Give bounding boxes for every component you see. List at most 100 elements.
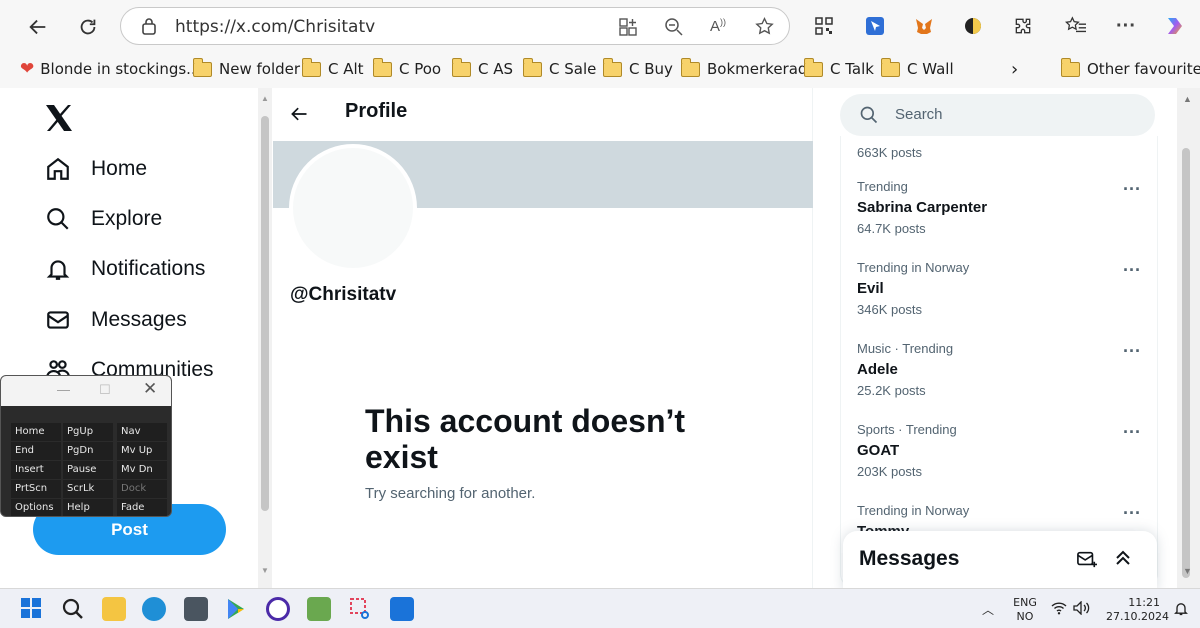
windows-start-icon[interactable] (20, 597, 44, 621)
metamask-fox-icon[interactable] (911, 13, 937, 39)
refresh-icon[interactable] (71, 10, 105, 44)
app-icon[interactable] (307, 597, 331, 621)
search-input[interactable]: Search (840, 94, 1155, 136)
chevron-right-icon[interactable]: › (1011, 58, 1018, 80)
folder-icon (523, 57, 542, 77)
osk-key[interactable]: Options (11, 499, 61, 516)
page-scrollbar[interactable]: ▲ ▼ (1177, 88, 1200, 588)
chevron-up-icon[interactable]: ︿ (982, 601, 994, 618)
folder-icon (681, 57, 700, 77)
more-dots-icon[interactable]: ··· (1123, 260, 1141, 281)
bookmark-folder[interactable]: C Talk (804, 57, 874, 80)
trend-item[interactable]: Trending Sabrina Carpenter 64.7K posts ·… (857, 179, 1147, 236)
minimize-icon[interactable]: — (57, 382, 70, 397)
app-grid-icon[interactable] (618, 17, 638, 42)
bookmarks-bar: ❤ Blonde in stockings... New folder C Al… (0, 54, 1200, 84)
file-explorer-icon[interactable] (102, 597, 126, 621)
bookmark-folder[interactable]: C Wall (881, 57, 954, 80)
osk-key[interactable]: PrtScn (11, 480, 61, 498)
cursor-extension-icon[interactable] (862, 13, 888, 39)
nav-notifications[interactable]: Notifications (44, 249, 205, 289)
osk-key[interactable]: Home (11, 423, 61, 441)
more-menu-icon[interactable]: ··· (1113, 13, 1139, 39)
edge-browser-icon[interactable] (142, 597, 166, 621)
more-dots-icon[interactable]: ··· (1123, 341, 1141, 362)
bookmark-item[interactable]: ❤ Blonde in stockings... (20, 58, 200, 80)
snipping-tool-icon[interactable] (349, 597, 373, 621)
search-placeholder: Search (895, 106, 943, 123)
osk-key[interactable]: End (11, 442, 61, 460)
copilot-icon[interactable] (1162, 13, 1188, 39)
dark-mode-icon[interactable] (960, 13, 986, 39)
osk-key[interactable]: PgDn (63, 442, 113, 460)
qr-code-icon[interactable] (811, 13, 837, 39)
osk-key[interactable]: ScrLk (63, 480, 113, 498)
osk-key[interactable]: Fade (117, 499, 167, 516)
scroll-up-icon[interactable]: ▲ (261, 94, 269, 103)
search-icon (859, 105, 879, 130)
language-indicator[interactable]: ENG NO (1012, 596, 1038, 624)
nav-home[interactable]: Home (44, 149, 147, 189)
back-arrow-icon[interactable] (289, 104, 309, 129)
search-icon (44, 205, 72, 233)
read-aloud-icon[interactable]: A)) (710, 17, 726, 35)
bookmark-folder[interactable]: C Buy (603, 57, 673, 80)
other-favourites-folder[interactable]: Other favourites (1061, 57, 1200, 80)
wifi-icon[interactable] (1051, 601, 1067, 620)
messages-drawer[interactable]: Messages (843, 531, 1157, 588)
search-icon[interactable] (61, 597, 85, 621)
trends-panel: 663K posts Trending Sabrina Carpenter 64… (840, 136, 1158, 588)
new-message-icon[interactable] (1076, 549, 1098, 574)
more-dots-icon[interactable]: ··· (1123, 503, 1141, 524)
play-store-icon[interactable] (224, 597, 248, 621)
osk-key[interactable]: PgUp (63, 423, 113, 441)
more-dots-icon[interactable]: ··· (1123, 422, 1141, 443)
bookmark-folder[interactable]: C Sale (523, 57, 596, 80)
favorite-star-icon[interactable] (754, 16, 775, 42)
back-icon[interactable] (21, 10, 55, 44)
osk-key[interactable]: Help (63, 499, 113, 516)
zoom-out-icon[interactable] (664, 17, 684, 42)
osk-key[interactable]: Nav (117, 423, 167, 441)
bookmark-folder[interactable]: C AS (452, 57, 513, 80)
scroll-up-icon[interactable]: ▲ (1183, 94, 1192, 104)
sidebar-scrollbar[interactable]: ▲ ▼ (258, 88, 272, 588)
bookmark-folder[interactable]: Bokmerkerad (681, 57, 807, 80)
more-dots-icon[interactable]: ··· (1123, 179, 1141, 200)
bookmark-folder[interactable]: C Poo (373, 57, 441, 80)
folder-icon (302, 57, 321, 77)
keyboard-app-icon[interactable] (184, 597, 208, 621)
nav-explore[interactable]: Explore (44, 199, 162, 239)
osk-key[interactable]: Pause (63, 461, 113, 479)
system-clock[interactable]: 11:21 27.10.2024 (1106, 596, 1169, 624)
envelope-icon (44, 306, 72, 334)
nav-messages[interactable]: Messages (44, 300, 187, 340)
expand-up-icon[interactable] (1113, 548, 1133, 573)
x-logo-icon[interactable] (44, 104, 74, 137)
scroll-thumb[interactable] (1182, 148, 1190, 578)
volume-icon[interactable] (1073, 600, 1091, 620)
trend-item[interactable]: Music · Trending Adele 25.2K posts ··· (857, 341, 1147, 398)
folder-icon (373, 57, 392, 77)
address-bar[interactable]: https://x.com/Chrisitatv A)) (120, 7, 790, 45)
scroll-down-icon[interactable]: ▼ (1183, 566, 1192, 576)
favorites-list-icon[interactable] (1063, 13, 1089, 39)
close-icon[interactable]: ✕ (143, 379, 157, 399)
trend-item[interactable]: Trending in Norway Evil 346K posts ··· (857, 260, 1147, 317)
osk-key[interactable]: Dock (117, 480, 167, 498)
maximize-icon[interactable]: ☐ (99, 382, 111, 398)
bookmark-folder[interactable]: New folder (193, 57, 300, 80)
opera-icon[interactable] (266, 597, 290, 621)
scroll-down-icon[interactable]: ▼ (261, 566, 269, 575)
osk-key[interactable]: Insert (11, 461, 61, 479)
remote-app-icon[interactable] (390, 597, 414, 621)
osk-title-bar: — ☐ ✕ (1, 376, 171, 406)
trend-item[interactable]: Sports · Trending GOAT 203K posts ··· (857, 422, 1147, 479)
osk-key[interactable]: Mv Dn (117, 461, 167, 479)
bookmark-folder[interactable]: C Alt (302, 57, 364, 80)
osk-key[interactable]: Mv Up (117, 442, 167, 460)
scroll-thumb[interactable] (261, 116, 269, 511)
extensions-puzzle-icon[interactable] (1010, 13, 1036, 39)
notification-bell-icon[interactable] (1173, 600, 1189, 622)
folder-icon (452, 57, 471, 77)
